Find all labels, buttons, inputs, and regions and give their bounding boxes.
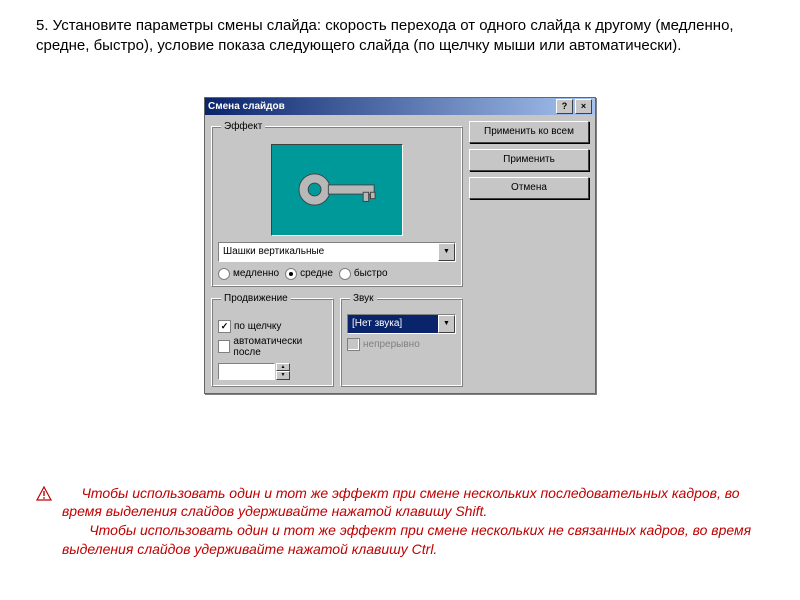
note-line-2: Чтобы использовать один и тот же эффект … (62, 521, 764, 559)
effect-value: Шашки вертикальные (219, 243, 438, 261)
speed-fast-radio[interactable]: быстро (339, 268, 388, 280)
auto-after-label: автоматически после (233, 336, 327, 358)
on-click-label: по щелчку (234, 321, 281, 332)
auto-time-spinner[interactable]: ▲▼ (218, 363, 290, 380)
auto-time-input[interactable] (218, 363, 275, 380)
spin-up-icon[interactable]: ▲ (276, 363, 290, 372)
effect-group-label: Эффект (221, 121, 265, 132)
dialog-title: Смена слайдов (208, 101, 554, 112)
key-icon (290, 162, 385, 217)
auto-after-checkbox[interactable]: автоматически после (218, 336, 327, 358)
help-button[interactable]: ? (556, 99, 573, 114)
slide-transition-dialog: Смена слайдов ? × Эффект (204, 97, 596, 394)
speed-medium-label: средне (300, 268, 333, 279)
advance-group: Продвижение по щелчку автоматически посл… (211, 293, 334, 387)
sound-group-label: Звук (350, 293, 377, 304)
effect-group: Эффект Шашки в (211, 121, 463, 287)
chevron-down-icon[interactable]: ▼ (438, 315, 455, 333)
note-line-1: Чтобы использовать один и тот же эффект … (62, 484, 764, 522)
loop-label: непрерывно (363, 339, 420, 350)
speed-fast-label: быстро (354, 268, 388, 279)
note-block: Чтобы использовать один и тот же эффект … (36, 484, 764, 560)
instruction-text: 5. Установите параметры смены слайда: ск… (36, 16, 764, 57)
titlebar[interactable]: Смена слайдов ? × (205, 98, 595, 115)
chevron-down-icon[interactable]: ▼ (438, 243, 455, 261)
speed-slow-label: медленно (233, 268, 279, 279)
apply-all-button[interactable]: Применить ко всем (469, 121, 589, 143)
on-click-checkbox[interactable]: по щелчку (218, 320, 281, 333)
effect-preview (271, 144, 403, 236)
speed-slow-radio[interactable]: медленно (218, 268, 279, 280)
loop-checkbox: непрерывно (347, 338, 420, 351)
cancel-button[interactable]: Отмена (469, 177, 589, 199)
sound-group: Звук [Нет звука] ▼ непрерывно (340, 293, 463, 387)
advance-group-label: Продвижение (221, 293, 291, 304)
apply-button[interactable]: Применить (469, 149, 589, 171)
dialog-container: Смена слайдов ? × Эффект (36, 97, 764, 394)
sound-value: [Нет звука] (348, 315, 438, 333)
effect-dropdown[interactable]: Шашки вертикальные ▼ (218, 242, 456, 262)
spin-down-icon[interactable]: ▼ (276, 371, 290, 380)
sound-dropdown[interactable]: [Нет звука] ▼ (347, 314, 456, 334)
warning-icon (36, 486, 52, 502)
close-button[interactable]: × (575, 99, 592, 114)
speed-medium-radio[interactable]: средне (285, 268, 333, 280)
